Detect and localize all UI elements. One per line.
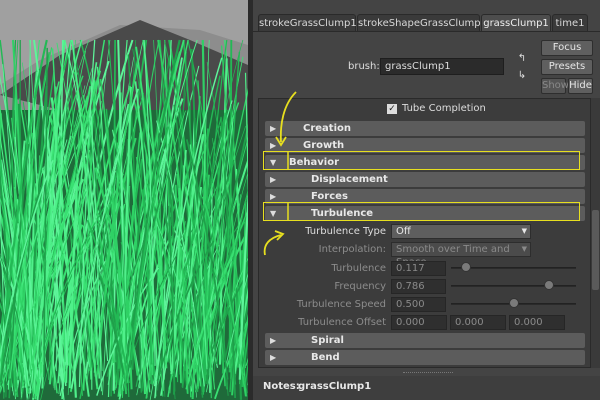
turbulence-offset-z-field[interactable]: 0.000 [509,315,565,330]
tab-stroke-shape-grass-clump[interactable]: strokeShapeGrassClump1 [357,14,487,32]
turbulence-speed-label: Turbulence Speed [296,299,386,310]
brush-label: brush: [348,61,380,72]
brush-name-field[interactable]: grassClump1 [380,58,504,75]
annotation-arrows [263,91,297,256]
section-bend[interactable]: ▶ Bend [265,350,585,365]
expand-arrow-icon: ▶ [270,336,277,345]
tab-grass-clump[interactable]: grassClump1 [481,14,551,32]
turbulence-offset-x-field[interactable]: 0.000 [391,315,447,330]
grass-render [0,0,248,400]
attribute-editor: strokeGrassClump1 strokeShapeGrassClump1… [253,0,600,400]
tab-time[interactable]: time1 [552,14,588,32]
presets-button[interactable]: Presets [541,59,593,75]
turbulence-offset-label: Turbulence Offset [298,317,386,328]
section-label: Spiral [311,335,344,346]
turbulence-offset-y-field[interactable]: 0.000 [450,315,506,330]
frequency-slider-track[interactable] [451,285,576,287]
go-to-input-icon[interactable]: ↰ [516,53,528,65]
turbulence-speed-slider-knob[interactable] [508,298,519,308]
turbulence-speed-field[interactable]: 0.500 [391,297,446,312]
expand-arrow-icon: ▶ [270,353,277,362]
frequency-label: Frequency [334,281,386,292]
frequency-field[interactable]: 0.786 [391,279,446,294]
focus-button[interactable]: Focus [541,40,593,56]
frequency-slider-knob[interactable] [544,280,555,290]
section-spiral[interactable]: ▶ Spiral [265,333,585,348]
viewport-3d[interactable] [0,0,248,400]
notes-value: grassClump1 [298,381,372,392]
arrow-to-behavior-icon [279,91,297,143]
tab-divider [253,31,600,32]
tab-stroke-grass-clump[interactable]: strokeGrassClump1 [258,14,357,32]
section-label: Bend [311,352,340,363]
resize-grip[interactable] [403,372,453,375]
node-tab-bar: strokeGrassClump1 strokeShapeGrassClump1… [253,10,600,32]
notes-label: Notes: [263,381,300,392]
notes-bar: Notes: grassClump1 [253,376,600,400]
